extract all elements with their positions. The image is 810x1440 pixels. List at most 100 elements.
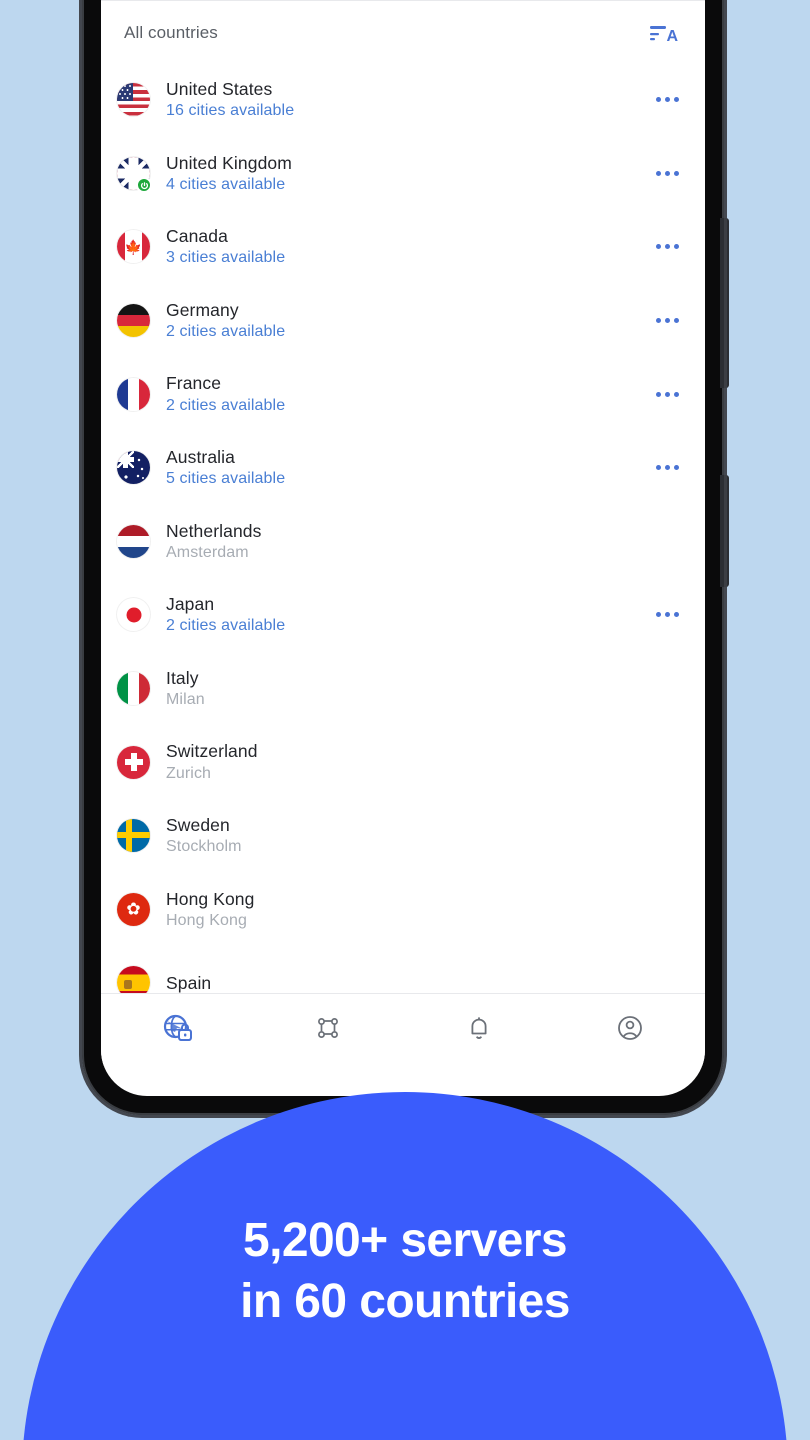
flag-australia-icon: [117, 451, 150, 485]
row-overflow-menu-icon[interactable]: [645, 446, 689, 490]
country-row-texts: Spain: [166, 973, 645, 993]
list-header: All countries A: [101, 1, 705, 63]
flag-france-icon: [117, 377, 150, 411]
flag-united-states-icon: [117, 83, 150, 117]
flag-switzerland-icon: [117, 745, 150, 779]
flag-germany-icon: [117, 304, 150, 338]
country-subtitle: 4 cities available: [166, 175, 286, 193]
country-row[interactable]: Australia 5 cities available: [101, 431, 705, 505]
connected-badge-icon: [136, 177, 152, 194]
country-row-texts: Switzerland Zurich: [166, 741, 645, 783]
promo-headline-line1: 5,200+ servers: [243, 1214, 568, 1267]
svg-text:A: A: [667, 28, 679, 45]
flag-sweden-icon: [117, 819, 150, 853]
country-name: Italy: [166, 667, 199, 688]
country-row[interactable]: Netherlands Amsterdam: [101, 505, 705, 579]
flag-wrapper: [117, 596, 150, 634]
country-row[interactable]: Germany 2 cities available: [101, 284, 705, 358]
flag-wrapper: [117, 302, 150, 340]
country-row[interactable]: United States 16 cities available: [101, 63, 705, 137]
nav-item-account[interactable]: [554, 994, 705, 1066]
row-overflow-menu-icon[interactable]: [645, 372, 689, 416]
country-row[interactable]: Sweden Stockholm: [101, 799, 705, 873]
country-row-texts: Canada 3 cities available: [166, 226, 645, 268]
country-name: Sweden: [166, 814, 230, 835]
flag-wrapper: [117, 890, 150, 928]
bottom-navigation-bar: [101, 994, 705, 1066]
country-row[interactable]: Canada 3 cities available: [101, 210, 705, 284]
country-row[interactable]: United Kingdom 4 cities available: [101, 137, 705, 211]
mesh-network-icon: [312, 1012, 344, 1049]
country-row-texts: Sweden Stockholm: [166, 815, 645, 857]
phone-power-button[interactable]: [720, 475, 729, 587]
country-list[interactable]: United States 16 cities available United K…: [101, 63, 705, 993]
country-row[interactable]: France 2 cities available: [101, 357, 705, 431]
country-row-texts: Hong Kong Hong Kong: [166, 889, 645, 931]
country-subtitle: 2 cities available: [166, 617, 286, 635]
country-subtitle: 5 cities available: [166, 470, 286, 488]
flag-wrapper: [117, 670, 150, 708]
country-name: Canada: [166, 226, 228, 247]
country-name: Netherlands: [166, 520, 262, 541]
country-name: Spain: [166, 972, 212, 993]
country-row[interactable]: Hong Kong Hong Kong: [101, 873, 705, 947]
country-subtitle: Milan: [166, 690, 205, 708]
flag-netherlands-icon: [117, 524, 150, 558]
country-name: Hong Kong: [166, 888, 255, 909]
nav-item-notifications[interactable]: [403, 994, 554, 1066]
app-content: All countries A United States 16 cities a…: [101, 0, 705, 1096]
phone-screen: All countries A United States 16 cities a…: [101, 0, 705, 1096]
flag-wrapper: [117, 522, 150, 560]
row-overflow-menu-icon[interactable]: [645, 78, 689, 122]
country-subtitle: 3 cities available: [166, 249, 286, 267]
country-row-texts: United Kingdom 4 cities available: [166, 153, 645, 195]
flag-wrapper: [117, 228, 150, 266]
row-overflow-menu-icon[interactable]: [645, 593, 689, 637]
all-countries-label: All countries: [124, 23, 218, 42]
flag-wrapper: [117, 743, 150, 781]
country-name: Germany: [166, 299, 239, 320]
nav-item-mesh-network[interactable]: [252, 994, 403, 1066]
sort-alphabetical-glyph: A: [650, 26, 679, 45]
country-row-texts: Australia 5 cities available: [166, 447, 645, 489]
account-circle-icon: [614, 1012, 646, 1049]
flag-italy-icon: [117, 672, 150, 706]
row-overflow-menu-icon[interactable]: [645, 225, 689, 269]
screenshot-stage: All countries A United States 16 cities a…: [0, 0, 810, 1440]
country-row-texts: France 2 cities available: [166, 373, 645, 415]
country-name: Switzerland: [166, 741, 258, 762]
country-row-texts: Germany 2 cities available: [166, 300, 645, 342]
country-row[interactable]: Spain: [101, 946, 705, 993]
flag-wrapper: [117, 817, 150, 855]
country-subtitle: 16 cities available: [166, 102, 295, 120]
country-subtitle: 2 cities available: [166, 396, 286, 414]
country-row[interactable]: Italy Milan: [101, 652, 705, 726]
row-overflow-menu-icon[interactable]: [645, 151, 689, 195]
flag-spain-icon: [117, 966, 150, 993]
country-row[interactable]: Japan 2 cities available: [101, 578, 705, 652]
flag-wrapper: [117, 964, 150, 993]
flag-wrapper: [117, 81, 150, 119]
row-overflow-menu-icon[interactable]: [645, 299, 689, 343]
country-subtitle: Hong Kong: [166, 911, 247, 929]
phone-volume-button[interactable]: [720, 218, 729, 388]
flag-wrapper: [117, 375, 150, 413]
bell-icon: [463, 1012, 495, 1049]
flag-wrapper: [117, 449, 150, 487]
promo-text: 5,200+ servers in 60 countries: [0, 1210, 810, 1333]
country-row[interactable]: Switzerland Zurich: [101, 725, 705, 799]
country-subtitle: Amsterdam: [166, 543, 249, 561]
promo-headline-line2: in 60 countries: [240, 1275, 570, 1329]
flag-japan-icon: [117, 598, 150, 632]
nav-item-servers[interactable]: [101, 994, 252, 1066]
flag-canada-icon: [117, 230, 150, 264]
flag-hong-kong-icon: [117, 892, 150, 926]
sort-alphabetical-icon[interactable]: A: [647, 19, 679, 49]
country-name: United Kingdom: [166, 152, 292, 173]
country-row-texts: United States 16 cities available: [166, 79, 645, 121]
country-row-texts: Japan 2 cities available: [166, 594, 645, 636]
country-row-texts: Italy Milan: [166, 668, 645, 710]
country-name: United States: [166, 79, 273, 100]
country-name: Japan: [166, 594, 215, 615]
country-subtitle: Zurich: [166, 764, 212, 782]
